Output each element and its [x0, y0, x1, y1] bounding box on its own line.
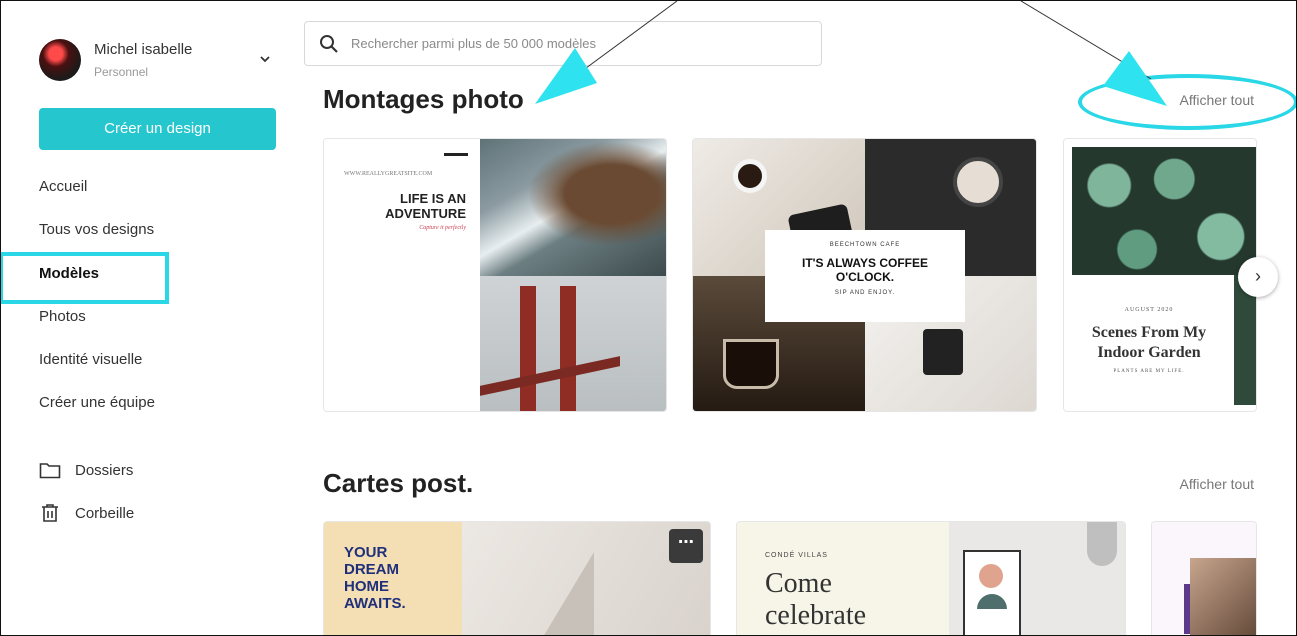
- card-url: WWW.REALLYGREATSITE.COM: [344, 171, 433, 177]
- avatar[interactable]: [39, 39, 81, 81]
- sidebar: Michel isabelle Personnel Créer un desig…: [1, 1, 291, 635]
- folders-label: Dossiers: [75, 461, 134, 479]
- card-title-line1: Scenes From My: [1091, 324, 1207, 341]
- sidebar-item-all-designs[interactable]: Tous vos designs: [39, 221, 154, 238]
- create-design-button[interactable]: Créer un design: [39, 108, 276, 150]
- template-card-dream-home[interactable]: YOUR DREAM HOME AWAITS.: [323, 521, 711, 635]
- sidebar-item-brand[interactable]: Identité visuelle: [39, 351, 142, 368]
- template-card-adventure[interactable]: WWW.REALLYGREATSITE.COM LIFE IS AN ADVEN…: [323, 138, 667, 412]
- template-card-portrait[interactable]: [1151, 521, 1257, 635]
- more-dots-icon: ⋯: [678, 534, 694, 551]
- card-title-line1: LIFE IS AN: [400, 191, 466, 206]
- card-title-line2: Indoor Garden: [1097, 344, 1201, 361]
- card-kicker: BEECHTOWN CAFE: [829, 242, 901, 248]
- coffee-text-panel: BEECHTOWN CAFE IT'S ALWAYS COFFEE O'CLOC…: [765, 230, 965, 322]
- card-title-line2: ADVENTURE: [385, 206, 466, 221]
- folder-icon: [39, 463, 61, 479]
- trash-label: Corbeille: [75, 504, 135, 522]
- photo-succulents: [1072, 147, 1256, 275]
- sidebar-item-team[interactable]: Créer une équipe: [39, 394, 155, 411]
- postcard-kicker: CONDÉ VILLAS: [765, 552, 828, 559]
- account-type: Personnel: [94, 65, 149, 79]
- highlight-box: [1, 252, 169, 304]
- section-title-photo-collages: Montages photo: [323, 84, 524, 114]
- template-card-coffee[interactable]: BEECHTOWN CAFE IT'S ALWAYS COFFEE O'CLOC…: [692, 138, 1037, 412]
- card-subtitle: Capture it perfectly: [419, 225, 466, 231]
- card-subtitle: SIP AND ENJOY.: [834, 290, 896, 296]
- postcard-line4: AWAITS.: [344, 595, 406, 612]
- postcard-line2: DREAM: [344, 561, 399, 578]
- sidebar-item-home[interactable]: Accueil: [39, 178, 87, 195]
- photo-bridge: [480, 276, 666, 411]
- postcard-line1: YOUR: [344, 544, 388, 561]
- card-subtitle: PLANTS ARE MY LIFE.: [1113, 369, 1185, 374]
- trash-icon: [42, 504, 58, 522]
- chevron-right-icon: ›: [1255, 266, 1261, 286]
- user-name[interactable]: Michel isabelle: [94, 41, 192, 58]
- search-input[interactable]: [351, 22, 811, 65]
- highlight-oval: [1078, 74, 1296, 130]
- template-card-conde-villas[interactable]: CONDÉ VILLAS Come celebrate: [736, 521, 1126, 635]
- template-card-garden[interactable]: AUGUST 2020 Scenes From My Indoor Garden…: [1063, 138, 1257, 412]
- see-all-postcards[interactable]: Afficher tout: [1180, 476, 1254, 492]
- search-icon: [320, 35, 338, 53]
- postcard-line2: celebrate: [765, 600, 867, 631]
- app-window: Michel isabelle Personnel Créer un desig…: [0, 0, 1297, 636]
- sidebar-item-photos[interactable]: Photos: [39, 308, 86, 325]
- section-title-postcards: Cartes post.: [323, 468, 474, 498]
- postcard-line1: Come: [765, 568, 832, 599]
- photo-ocean-rocks: [480, 139, 666, 276]
- sidebar-item-folders[interactable]: Dossiers: [39, 461, 133, 479]
- postcard-line3: HOME: [344, 578, 389, 595]
- sidebar-item-trash[interactable]: Corbeille: [39, 503, 134, 523]
- card-title-line1: IT'S ALWAYS COFFEE: [802, 256, 928, 270]
- search-bar[interactable]: [304, 21, 822, 66]
- card-kicker: AUGUST 2020: [1124, 307, 1174, 313]
- chevron-down-icon[interactable]: [258, 52, 272, 66]
- carousel-next-button[interactable]: ›: [1238, 257, 1278, 297]
- more-options-button[interactable]: ⋯: [669, 529, 703, 563]
- card-title-line2: O'CLOCK.: [835, 270, 895, 284]
